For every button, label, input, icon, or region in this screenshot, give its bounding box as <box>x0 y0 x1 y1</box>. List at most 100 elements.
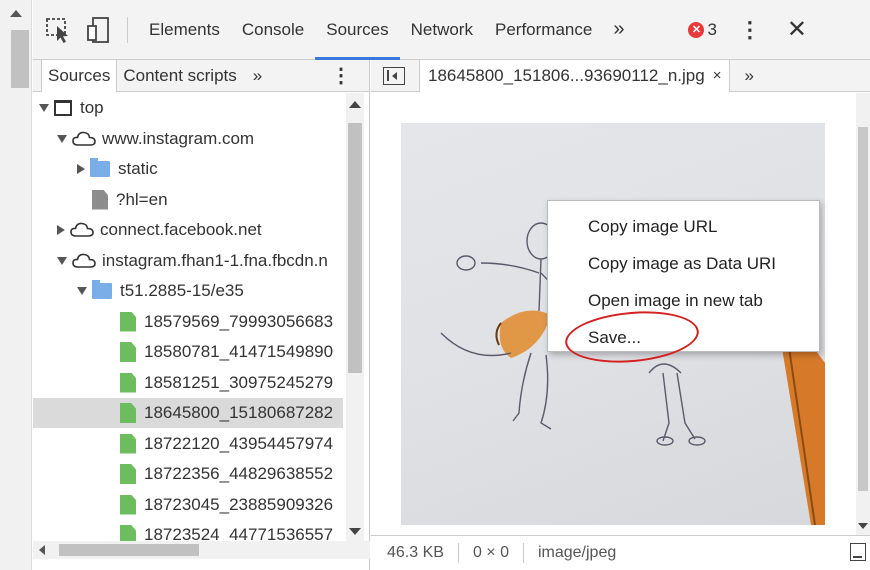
tree-item-label: 18722120_43954457974 <box>144 433 334 453</box>
tab-performance[interactable]: Performance <box>484 0 603 60</box>
tree-vertical-scrollbar[interactable] <box>346 93 364 541</box>
tree-item-label: ?hl=en <box>116 189 168 209</box>
close-tab-icon[interactable]: × <box>713 67 722 84</box>
image-mime-type: image/jpeg <box>537 543 617 561</box>
scroll-up-icon[interactable] <box>10 10 22 17</box>
menu-item-open-image-new-tab[interactable]: Open image in new tab <box>548 282 819 319</box>
dock-drawer-icon[interactable] <box>850 543 866 561</box>
tree-item-label: 18580781_41471549890 <box>144 342 334 361</box>
collapse-arrow-icon[interactable] <box>57 225 65 235</box>
navigator-panel: Sources Content scripts » ⋮ 18723524_447… <box>33 59 370 570</box>
tree-item-label: 18579569_79993056683 <box>144 311 334 331</box>
image-file-icon <box>120 311 136 332</box>
inspect-element-icon[interactable] <box>45 16 73 44</box>
scroll-thumb[interactable] <box>59 544 199 556</box>
tab-elements[interactable]: Elements <box>138 0 231 60</box>
error-counter[interactable]: ✕ 3 <box>688 19 717 40</box>
scroll-down-icon[interactable] <box>349 528 361 535</box>
expand-arrow-icon[interactable] <box>57 134 67 143</box>
device-toolbar-icon[interactable] <box>85 16 113 44</box>
image-size: 46.3 KB <box>371 542 459 563</box>
tree-item-label: 18723045_23885909326 <box>144 494 334 514</box>
navigator-tabs: Sources Content scripts » ⋮ <box>33 59 369 92</box>
expand-arrow-icon[interactable] <box>77 287 87 295</box>
toolbar-divider <box>127 16 128 43</box>
image-file-icon <box>120 494 136 515</box>
devtools-menu-button[interactable]: ⋮ <box>739 17 761 43</box>
image-file-icon <box>120 403 136 423</box>
tree-horizontal-scrollbar[interactable] <box>33 541 370 559</box>
page-scrollbar[interactable] <box>0 0 32 570</box>
cloud-icon <box>72 253 96 268</box>
tab-content-scripts[interactable]: Content scripts <box>117 60 242 92</box>
tree-item[interactable]: 18579569_79993056683 <box>33 307 343 337</box>
folder-icon <box>92 280 112 299</box>
menu-item-copy-image-url[interactable]: Copy image URL <box>548 208 819 245</box>
file-tree: 18723524_44771536557 18723045_23885909326… <box>33 93 370 541</box>
tree-item-label: connect.facebook.net <box>100 220 262 239</box>
more-tabs-button[interactable]: » <box>603 18 634 41</box>
tree-item-label: t51.2885-15/e35 <box>120 281 244 300</box>
tree-item[interactable]: 18723524_44771536557 <box>33 520 343 541</box>
devtools-toolbar: Elements Console Sources Network Perform… <box>33 0 870 60</box>
tree-item[interactable]: 18581251_30975245279 <box>33 368 343 398</box>
image-file-icon <box>120 342 136 362</box>
tab-console[interactable]: Console <box>231 0 315 60</box>
folder-icon <box>90 158 110 177</box>
error-icon: ✕ <box>688 21 705 38</box>
tab-network[interactable]: Network <box>400 0 484 60</box>
tree-item[interactable]: 18645800_15180687282 <box>33 398 343 428</box>
navigator-more-tabs-button[interactable]: » <box>243 66 272 86</box>
tree-item[interactable]: top <box>33 93 343 123</box>
tree-item[interactable]: 18723045_23885909326 <box>33 490 343 520</box>
navigator-menu-button[interactable]: ⋮ <box>331 63 351 88</box>
tree-item[interactable]: static <box>33 154 343 184</box>
scroll-left-icon[interactable] <box>39 545 45 555</box>
tree-item-label: static <box>118 159 158 178</box>
menu-item-copy-image-data-uri[interactable]: Copy image as Data URI <box>548 245 819 282</box>
scroll-up-icon[interactable] <box>349 101 361 108</box>
editor-tabs: 18645800_151806...93690112_n.jpg × » <box>371 59 870 92</box>
tab-navigator-sources[interactable]: Sources <box>41 59 118 92</box>
tab-sources[interactable]: Sources <box>315 0 401 60</box>
scroll-down-icon[interactable] <box>858 523 868 529</box>
image-file-icon <box>120 464 136 484</box>
image-file-icon <box>120 525 136 541</box>
image-file-icon <box>120 372 136 393</box>
editor-file-tab[interactable]: 18645800_151806...93690112_n.jpg × <box>419 59 731 92</box>
editor-more-tabs-button[interactable]: » <box>730 66 767 86</box>
expand-arrow-icon[interactable] <box>57 256 67 265</box>
tree-item-label: 18723524_44771536557 <box>144 525 334 541</box>
tree-item[interactable]: instagram.fhan1-1.fna.fbcdn.n <box>33 246 343 276</box>
image-dimensions: 0 × 0 <box>459 542 524 563</box>
tree-item[interactable]: ?hl=en <box>33 185 343 215</box>
toggle-navigator-icon[interactable] <box>383 66 405 85</box>
tree-item[interactable]: 18722120_43954457974 <box>33 429 343 459</box>
tree-item-label: 18722356_44829638552 <box>144 464 334 483</box>
tree-item-label: 18581251_30975245279 <box>144 372 334 392</box>
tree-item-label: instagram.fhan1-1.fna.fbcdn.n <box>102 250 328 270</box>
scroll-thumb[interactable] <box>858 127 868 491</box>
tree-item-label: www.instagram.com <box>102 128 255 148</box>
tree-item[interactable]: t51.2885-15/e35 <box>33 276 343 306</box>
tree-item[interactable]: connect.facebook.net <box>33 215 343 245</box>
status-bar: 46.3 KB 0 × 0 image/jpeg <box>371 535 870 569</box>
file-tab-label: 18645800_151806...93690112_n.jpg <box>428 65 705 85</box>
close-devtools-button[interactable]: ✕ <box>787 15 807 44</box>
scroll-thumb[interactable] <box>11 30 29 88</box>
collapse-arrow-icon[interactable] <box>77 164 85 174</box>
tree-item[interactable]: 18722356_44829638552 <box>33 459 343 489</box>
tree-item-label: top <box>80 98 104 117</box>
frame-icon <box>54 100 72 116</box>
image-file-icon <box>120 433 136 454</box>
cloud-icon <box>72 131 96 146</box>
tree-item-label: 18645800_15180687282 <box>144 403 334 422</box>
editor-vertical-scrollbar[interactable] <box>856 93 870 535</box>
expand-arrow-icon[interactable] <box>39 104 49 112</box>
document-icon <box>92 189 108 210</box>
tree-item[interactable]: www.instagram.com <box>33 124 343 154</box>
scroll-thumb[interactable] <box>348 123 362 373</box>
cloud-icon <box>70 222 94 237</box>
tree-item[interactable]: 18580781_41471549890 <box>33 337 343 367</box>
error-count: 3 <box>707 19 717 39</box>
